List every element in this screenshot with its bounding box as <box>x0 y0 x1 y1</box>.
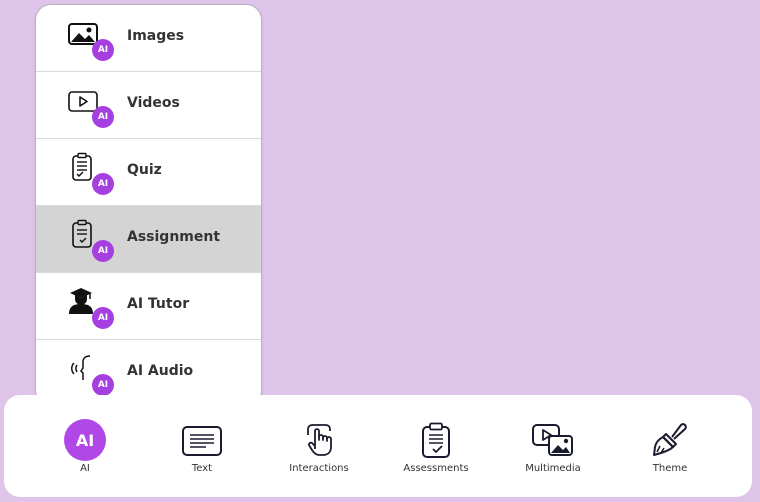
toolbar-assessments-label: Assessments <box>403 463 469 474</box>
toolbar-theme-button[interactable]: Theme <box>615 395 725 497</box>
menu-item-videos[interactable]: AI Videos <box>36 72 261 139</box>
bottom-toolbar: AI AI Text Interactions Assessments Mult… <box>4 395 752 497</box>
menu-item-label: Quiz <box>127 162 162 178</box>
multimedia-icon <box>532 423 574 457</box>
ai-badge: AI <box>92 240 114 262</box>
toolbar-assessments-button[interactable]: Assessments <box>381 395 491 497</box>
paintbrush-icon <box>652 422 688 458</box>
toolbar-theme-label: Theme <box>652 463 688 474</box>
menu-item-label: Videos <box>127 95 180 111</box>
menu-item-images[interactable]: AI Images <box>36 5 261 72</box>
tutor-icon <box>68 287 100 314</box>
ai-icon: AI <box>64 419 106 461</box>
toolbar-multimedia-label: Multimedia <box>525 463 581 474</box>
menu-item-ai-tutor[interactable]: AI AI Tutor <box>36 273 261 340</box>
menu-item-label: Images <box>127 28 185 44</box>
toolbar-multimedia-button[interactable]: Multimedia <box>498 395 608 497</box>
ai-generate-menu: AI Images AI Videos AI Quiz AI Assignmen… <box>35 4 262 406</box>
ai-badge: AI <box>92 307 114 329</box>
menu-item-assignment[interactable]: AI Assignment <box>36 206 261 273</box>
toolbar-ai-button[interactable]: AI AI <box>30 395 140 497</box>
menu-item-label: AI Tutor <box>127 296 190 312</box>
clipboard-check-icon <box>421 422 451 458</box>
pointer-hand-icon <box>302 423 336 457</box>
toolbar-interactions-label: Interactions <box>289 463 349 474</box>
toolbar-text-label: Text <box>191 463 213 474</box>
toolbar-ai-label: AI <box>80 463 90 474</box>
menu-item-label: AI Audio <box>127 363 194 379</box>
quiz-icon <box>68 152 100 181</box>
text-icon <box>182 426 222 456</box>
menu-item-label: Assignment <box>127 229 221 245</box>
toolbar-text-button[interactable]: Text <box>147 395 257 497</box>
ai-badge: AI <box>92 374 114 396</box>
ai-badge: AI <box>92 106 114 128</box>
toolbar-interactions-button[interactable]: Interactions <box>264 395 374 497</box>
audio-icon <box>68 354 100 380</box>
assignment-icon <box>68 219 100 248</box>
ai-badge: AI <box>92 173 114 195</box>
menu-item-quiz[interactable]: AI Quiz <box>36 139 261 206</box>
ai-badge: AI <box>92 39 114 61</box>
